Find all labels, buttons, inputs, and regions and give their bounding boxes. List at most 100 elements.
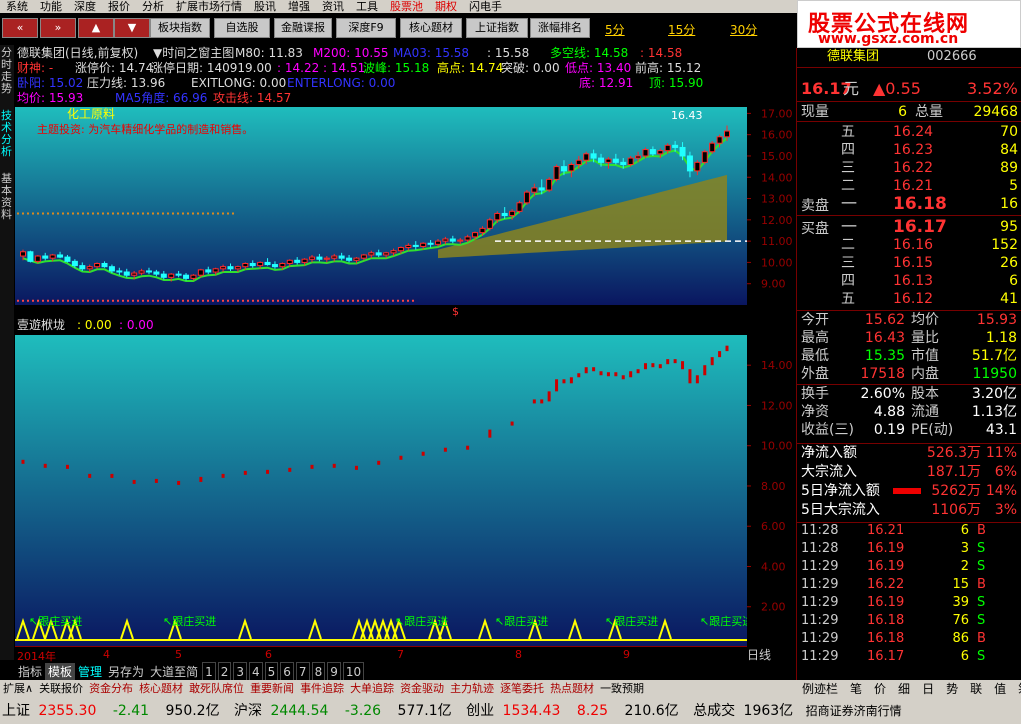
ask-row[interactable]: 五 16.24 70 <box>797 123 1021 141</box>
toolbar-button-1[interactable]: » <box>40 18 76 38</box>
bottom-tab-3[interactable]: 另存为 <box>105 663 147 681</box>
ask-row[interactable]: 二 16.21 5 <box>797 177 1021 195</box>
candle-body <box>583 153 590 161</box>
duokong-value: 多空线: 14.58 <box>550 46 629 60</box>
menu-item-9[interactable]: 工具 <box>350 0 384 13</box>
toolbar-button-0[interactable]: « <box>2 18 38 38</box>
sub-bar <box>43 463 47 468</box>
toolbar-button-6[interactable]: 金融谍报 <box>274 18 332 38</box>
right-link-2[interactable]: 价 <box>868 680 892 698</box>
link-4[interactable]: 敢死队席位 <box>186 680 247 698</box>
bottom-tab-11[interactable]: 7 <box>295 662 310 682</box>
ask-row[interactable]: 四 16.23 84 <box>797 141 1021 159</box>
menu-item-5[interactable]: 扩展市场行情 <box>170 0 248 13</box>
bid-row[interactable]: 三 16.15 26 <box>797 254 1021 272</box>
bottom-tab-6[interactable]: 2 <box>217 662 232 682</box>
link-8[interactable]: 资金驱动 <box>397 680 447 698</box>
candle-body <box>183 274 190 279</box>
menu-item-2[interactable]: 深度 <box>68 0 102 13</box>
bottom-tab-4[interactable]: 大道至简 <box>147 663 201 681</box>
indicator-name[interactable]: ▼时间之窗主图 <box>153 46 234 61</box>
bottom-tab-9[interactable]: 5 <box>264 662 279 682</box>
sub-indicator-name[interactable]: 壹遊栿垅 <box>17 316 65 334</box>
bottom-tab-5[interactable]: 1 <box>202 662 216 682</box>
link-11[interactable]: 热点题材 <box>547 680 597 698</box>
candle-body <box>449 238 456 242</box>
trade-signal-label: ↖跟庄买进 <box>605 614 658 628</box>
right-link-7[interactable]: 值 <box>988 680 1012 698</box>
sub-indicator-chart[interactable]: ↖跟庄买进 ↖跟庄买进 ↖跟庄买进 ↖跟庄买进 ↖跟庄买进 ↖跟庄买进 <box>15 335 747 647</box>
bid-row[interactable]: 四 16.13 6 <box>797 272 1021 290</box>
toolbar-button-2[interactable]: ▲ <box>78 18 114 38</box>
ask-row[interactable]: 三 16.22 89 <box>797 159 1021 177</box>
toolbar-button-10[interactable]: 涨幅排名 <box>530 18 590 38</box>
toolbar-button-7[interactable]: 深度F9 <box>336 18 396 38</box>
bottom-tab-14[interactable]: 10 <box>342 662 365 682</box>
bottom-tab-7[interactable]: 3 <box>233 662 247 682</box>
menu-item-12[interactable]: 闪电手 <box>463 0 508 13</box>
tab-fenshi[interactable]: 分时走势 <box>1 47 13 102</box>
tick-list[interactable]: 11:28 16.21 6 B 11:28 16.19 3 S 11:29 16.19 2 S 11:2… <box>797 522 1021 666</box>
ask-row[interactable]: 一 16.18 16 <box>797 195 1021 214</box>
link-12[interactable]: 一致预期 <box>597 680 647 698</box>
main-price-chart[interactable]: 化工原料 主题投资: 为汽车精细化学品的制造和销售。 16.43 $ <box>15 107 747 305</box>
menu-item-0[interactable]: 系统 <box>0 0 34 13</box>
tick-direction: S <box>977 649 986 664</box>
menu-item-8[interactable]: 资讯 <box>316 0 350 13</box>
link-0[interactable]: 扩展∧ <box>0 680 36 698</box>
period-2[interactable]: 30分 <box>730 21 757 38</box>
menu-item-3[interactable]: 报价 <box>102 0 136 13</box>
tick-volume: 86 <box>952 631 969 646</box>
sub-bar <box>695 375 699 384</box>
menu-item-11[interactable]: 期权 <box>429 0 463 13</box>
right-link-5[interactable]: 势 <box>940 680 964 698</box>
sub-bar <box>547 391 551 402</box>
bid-row[interactable]: 二 16.16 152 <box>797 236 1021 254</box>
bottom-tab-12[interactable]: 8 <box>311 662 326 682</box>
right-link-0[interactable]: 例迹栏 <box>796 680 844 698</box>
period-0[interactable]: 5分 <box>605 21 625 38</box>
toolbar-button-8[interactable]: 核心题材 <box>400 18 462 38</box>
candle-body <box>338 255 345 259</box>
bid-row[interactable]: 一 16.17 95 <box>797 218 1021 237</box>
toolbar-button-5[interactable]: 自选股 <box>214 18 270 38</box>
link-10[interactable]: 逐笔委托 <box>497 680 547 698</box>
right-link-6[interactable]: 联 <box>964 680 988 698</box>
right-link-1[interactable]: 笔 <box>844 680 868 698</box>
toolbar: «» ▲ ▼ 板块指数 自选股 金融谍报 深度F9 核心题材 上证指数 涨幅排名 5分 15分 30分 <box>0 13 796 45</box>
stat-row: 最高 16.43 量比 1.18 <box>797 329 1021 347</box>
link-9[interactable]: 主力轨迹 <box>447 680 497 698</box>
menu-item-7[interactable]: 增强 <box>282 0 316 13</box>
stock-name[interactable]: 德联集团(日线,前复权) <box>17 46 138 61</box>
menu-item-10[interactable]: 股票池 <box>384 0 429 13</box>
link-6[interactable]: 事件追踪 <box>297 680 347 698</box>
link-2[interactable]: 资金分布 <box>86 680 136 698</box>
bottom-tab-1[interactable]: 模板 <box>45 663 76 681</box>
period-label[interactable]: 日线 <box>747 646 795 662</box>
bottom-tab-2[interactable]: 管理 <box>75 663 105 681</box>
bottom-tab-8[interactable]: 4 <box>249 662 263 682</box>
right-link-8[interactable]: 筹 <box>1012 680 1021 698</box>
bid-row[interactable]: 五 16.12 41 <box>797 290 1021 308</box>
link-7[interactable]: 大单追踪 <box>347 680 397 698</box>
link-1[interactable]: 关联报价 <box>36 680 86 698</box>
right-link-4[interactable]: 日 <box>916 680 940 698</box>
tab-jishu[interactable]: 技术分析 <box>1 110 13 165</box>
sub-bar <box>629 371 633 378</box>
menu-item-1[interactable]: 功能 <box>34 0 68 13</box>
trade-signal-label: ↖跟庄买进 <box>163 614 216 628</box>
bottom-tab-0[interactable]: 指标 <box>15 663 45 681</box>
toolbar-button-4[interactable]: 板块指数 <box>150 18 210 38</box>
bottom-tab-13[interactable]: 9 <box>327 662 341 682</box>
stat-value: 51.7亿 <box>971 348 1017 364</box>
toolbar-button-9[interactable]: 上证指数 <box>466 18 528 38</box>
link-3[interactable]: 核心题材 <box>136 680 186 698</box>
menu-item-6[interactable]: 股讯 <box>248 0 282 13</box>
right-link-3[interactable]: 细 <box>892 680 916 698</box>
bottom-tab-10[interactable]: 6 <box>280 662 294 682</box>
link-5[interactable]: 重要新闻 <box>247 680 297 698</box>
tab-jiben[interactable]: 基本资料 <box>1 173 13 228</box>
menu-item-4[interactable]: 分析 <box>136 0 170 13</box>
period-1[interactable]: 15分 <box>668 21 695 38</box>
toolbar-button-3[interactable]: ▼ <box>114 18 150 38</box>
